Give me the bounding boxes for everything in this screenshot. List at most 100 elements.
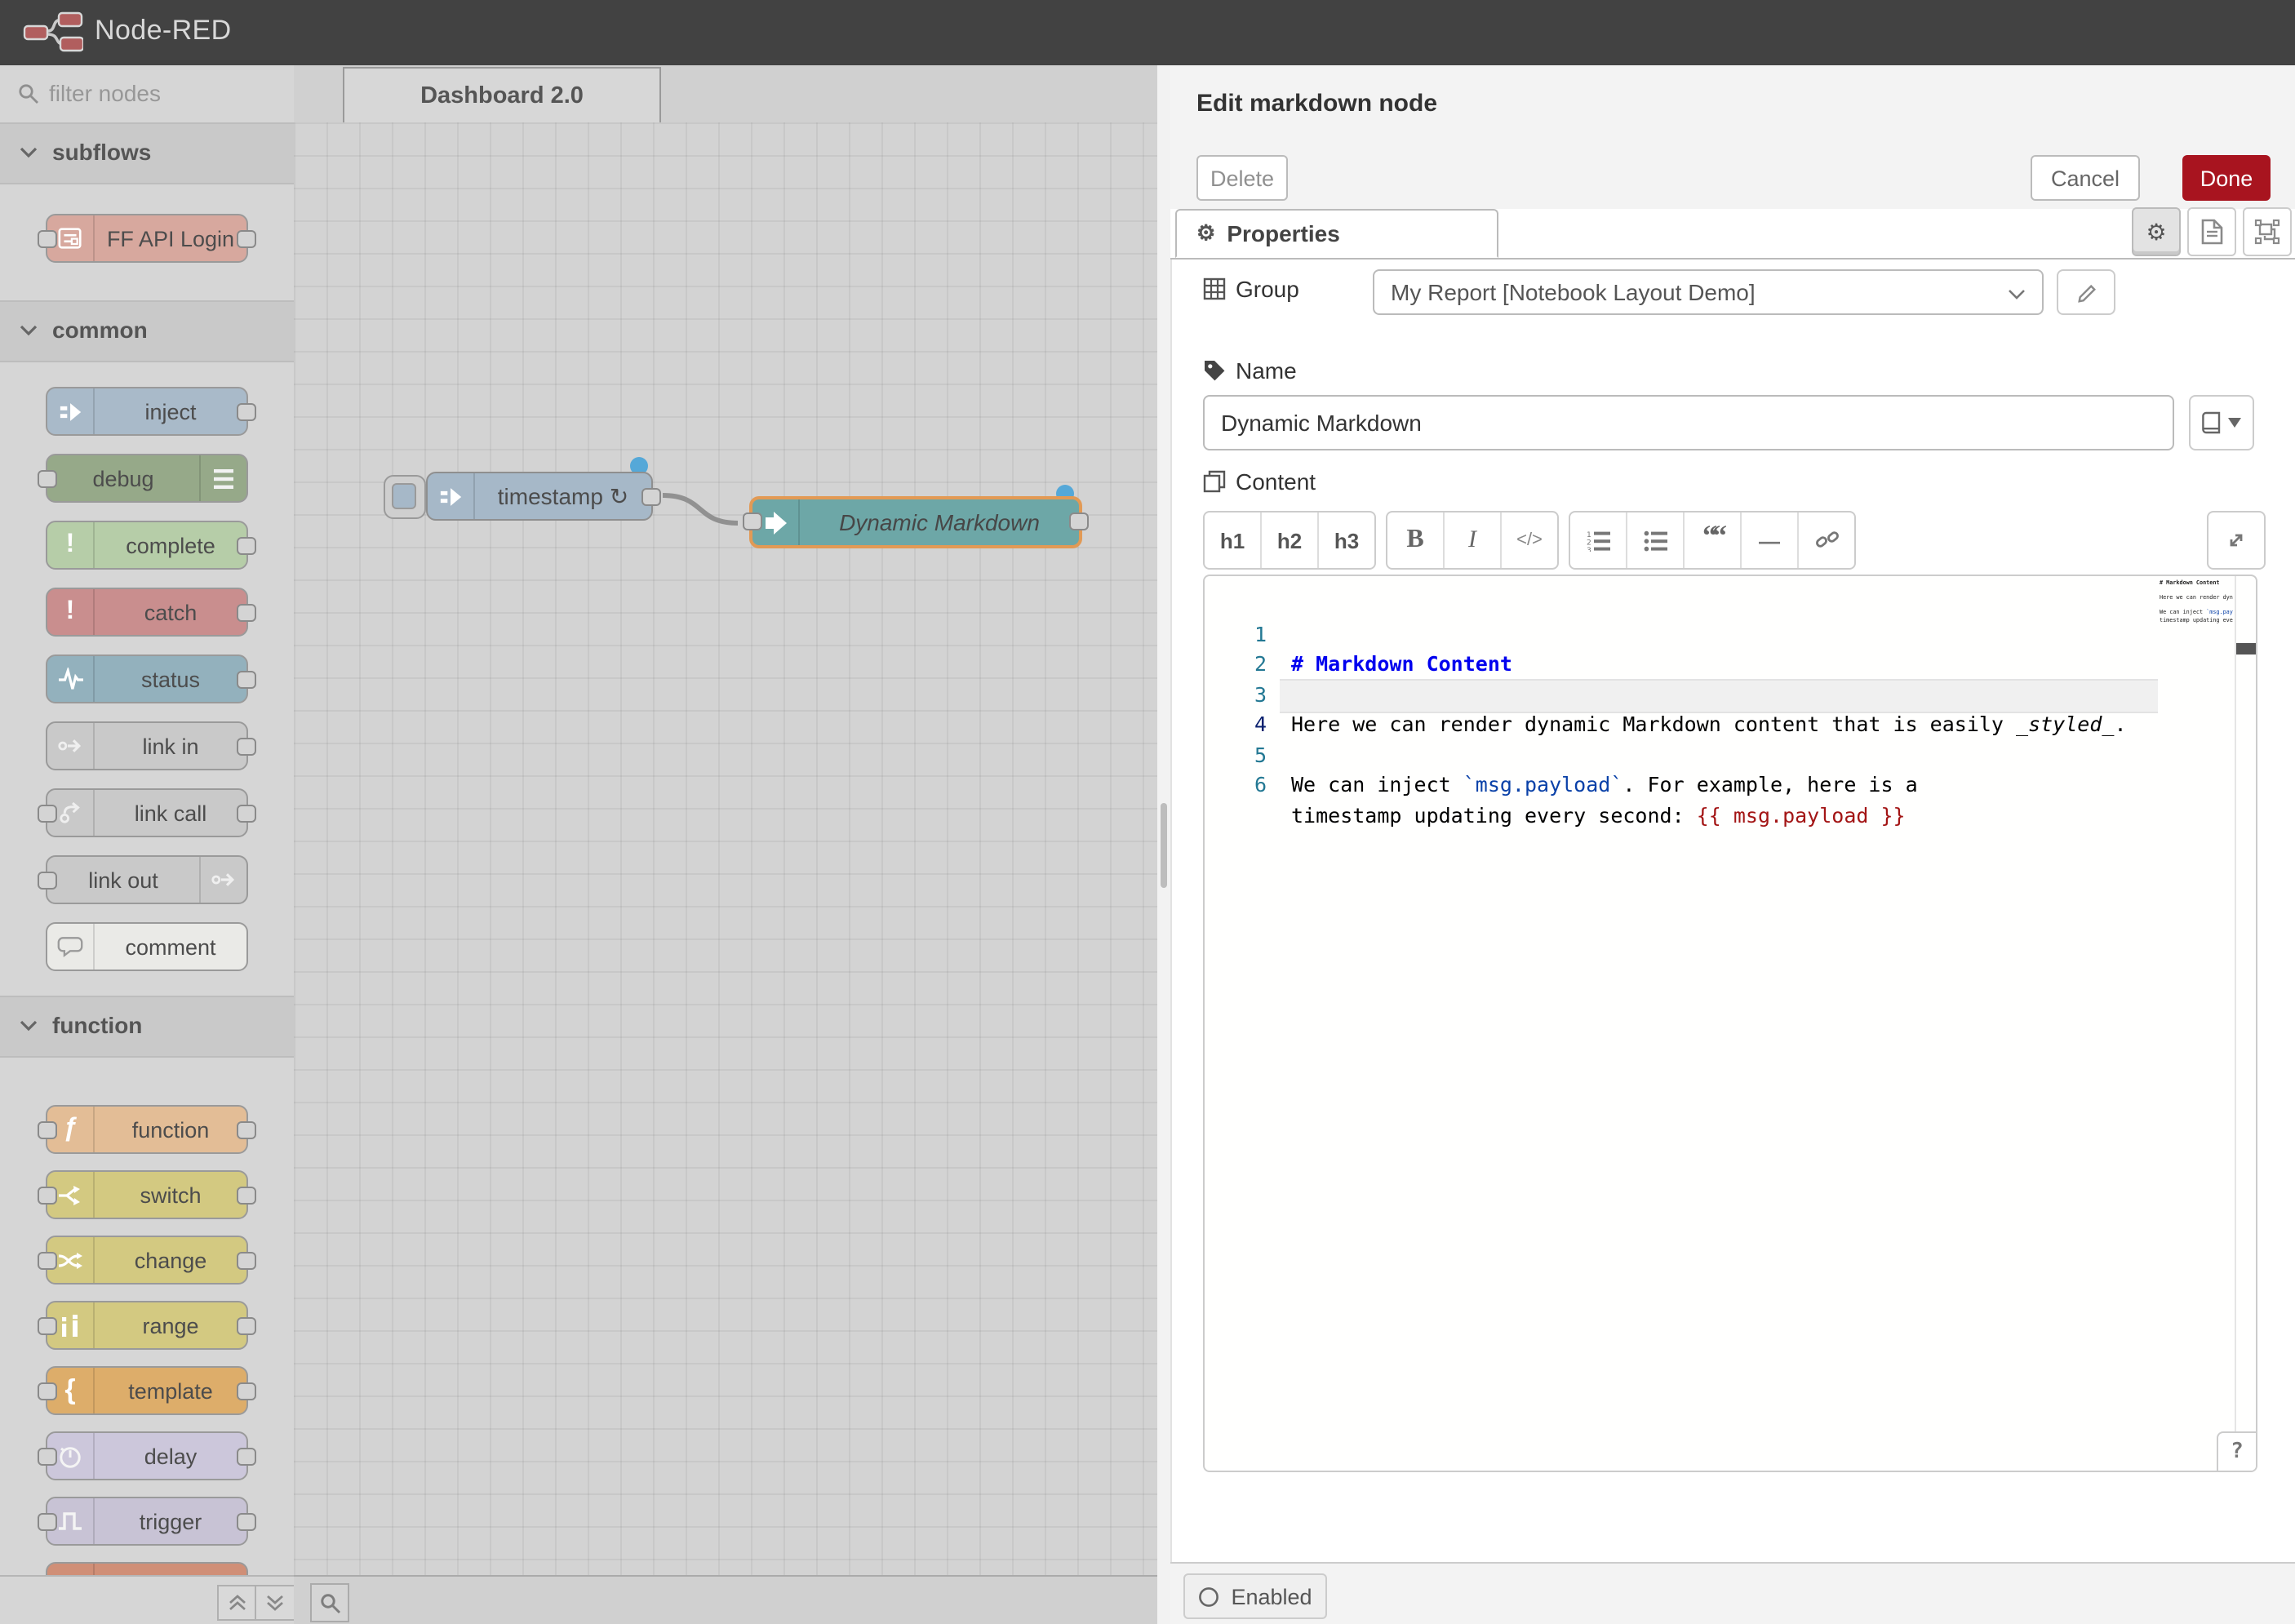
palette-node-label: FF API Login [95,215,246,261]
ordered-list-icon: 1 2 3 [1586,530,1610,551]
palette-node-link-out[interactable]: link out [46,855,248,904]
canvas-footer [294,1575,1157,1624]
palette: filter nodes subflows FF API Login commo… [0,65,295,1624]
input-port [38,1187,57,1205]
tab-properties[interactable]: ⚙ Properties [1175,209,1498,258]
input-port [38,805,57,823]
expand-editor-button[interactable] [2208,512,2264,568]
circle-icon [1198,1586,1219,1607]
palette-node-ff-api-login[interactable]: FF API Login [46,214,248,263]
group-label: Group [1203,276,1299,302]
palette-node-delay[interactable]: delay [46,1431,248,1480]
properties-view-button[interactable]: ⚙ [2132,207,2181,256]
palette-node-comment[interactable]: comment [46,922,248,971]
palette-node-template[interactable]: { template [46,1366,248,1415]
expand-editor-button-wrap [2207,511,2266,570]
done-button[interactable]: Done [2182,155,2271,201]
markdown-code-editor[interactable]: 1 # Markdown Content 2 3 Here we can ren… [1203,575,2257,1472]
palette-node-trigger[interactable]: trigger [46,1497,248,1546]
link-out-icon [199,857,246,903]
palette-category-function[interactable]: function [0,996,294,1058]
palette-node-function[interactable]: ƒ function [46,1105,248,1154]
output-port[interactable] [1069,512,1089,530]
group-select[interactable]: My Report [Notebook Layout Demo] [1373,269,2044,315]
palette-node-complete[interactable]: ! complete [46,521,248,570]
tray-header: Edit markdown node [1170,65,2295,149]
chevron-down-icon [20,1020,38,1032]
canvas-node-timestamp[interactable]: timestamp ↻ [426,472,653,521]
line-number: 6 [1205,770,1267,801]
inject-icon [428,473,475,519]
code-button[interactable]: </> [1502,512,1557,568]
bold-button[interactable]: B [1387,512,1445,568]
ordered-list-button[interactable]: 1 2 3 [1570,512,1627,568]
app-title: Node-RED [95,15,232,47]
palette-category-common[interactable]: common [0,300,294,362]
input-port [38,1121,57,1139]
node-red-logo-icon [21,10,83,55]
appearance-view-button[interactable] [2243,207,2292,256]
blockquote-button[interactable]: ““ [1685,512,1742,568]
canvas-search-button[interactable] [310,1583,349,1622]
palette-node-link-call[interactable]: link call [46,788,248,837]
overview-ruler-marker[interactable] [2236,643,2256,654]
output-port [237,1252,256,1270]
link-icon [1814,529,1839,552]
palette-node-catch[interactable]: ! catch [46,588,248,637]
palette-node-status[interactable]: status [46,654,248,703]
name-input[interactable]: Dynamic Markdown [1203,395,2174,450]
inject-trigger-button[interactable] [384,475,426,519]
palette-expand-all-button[interactable] [255,1585,295,1621]
h3-button[interactable]: h3 [1319,512,1374,568]
italic-button[interactable]: I [1445,512,1502,568]
flow-canvas[interactable]: Dashboard 2.0 timestamp ↻ Dynamic Markdo… [294,65,1157,1624]
format-button-group: B I </> [1386,511,1559,570]
input-port [38,1252,57,1270]
h1-button[interactable]: h1 [1205,512,1262,568]
name-type-button[interactable] [2189,395,2254,450]
input-port [38,872,57,890]
copy-icon [1203,470,1226,493]
canvas-node-dynamic-markdown[interactable]: Dynamic Markdown [749,496,1082,548]
h2-button[interactable]: h2 [1262,512,1319,568]
tray-resize-handle[interactable] [1161,803,1167,888]
palette-node-range[interactable]: range [46,1301,248,1350]
unordered-list-button[interactable] [1627,512,1685,568]
wire-layer [294,65,1157,1575]
input-port [38,470,57,488]
editor-help-button[interactable]: ? [2217,1431,2257,1472]
edit-tray: Edit markdown node Delete Cancel Done ⚙ … [1157,65,2295,1624]
horizontal-rule-button[interactable]: — [1742,512,1799,568]
palette-node-inject[interactable]: debug inject [46,387,248,436]
description-view-button[interactable] [2187,207,2236,256]
output-port[interactable] [641,488,661,506]
output-port [237,604,256,622]
palette-node-change[interactable]: change [46,1236,248,1285]
link-button[interactable] [1799,512,1854,568]
output-port [237,1187,256,1205]
svg-text:3: 3 [1586,545,1591,551]
cancel-button[interactable]: Cancel [2031,155,2140,201]
input-port[interactable] [743,512,762,530]
edit-group-button[interactable] [2057,269,2115,315]
book-icon [2202,411,2222,434]
chevron-down-icon [20,147,38,158]
exclamation-icon: ! [47,589,95,635]
wire[interactable] [663,495,738,523]
palette-node-link-in[interactable]: link in [46,721,248,770]
input-port [38,1382,57,1400]
delete-button[interactable]: Delete [1196,155,1288,201]
palette-node-switch[interactable]: switch [46,1170,248,1219]
palette-node-debug[interactable]: debug [46,454,248,503]
palette-collapse-all-button[interactable] [217,1585,258,1621]
editor-minimap[interactable]: # Markdown Content Here we can render dy… [2160,579,2233,638]
tray-button-row: Delete Cancel Done [1170,147,2295,211]
pencil-icon [2075,282,2097,303]
node-label: Dynamic Markdown [800,499,1079,545]
enabled-toggle-button[interactable]: Enabled [1183,1573,1327,1619]
double-chevron-up-icon [229,1595,246,1611]
palette-filter[interactable]: filter nodes [0,65,294,124]
palette-category-subflows[interactable]: subflows [0,122,294,184]
double-chevron-down-icon [266,1595,284,1611]
minimap-separator [2235,576,2236,1431]
